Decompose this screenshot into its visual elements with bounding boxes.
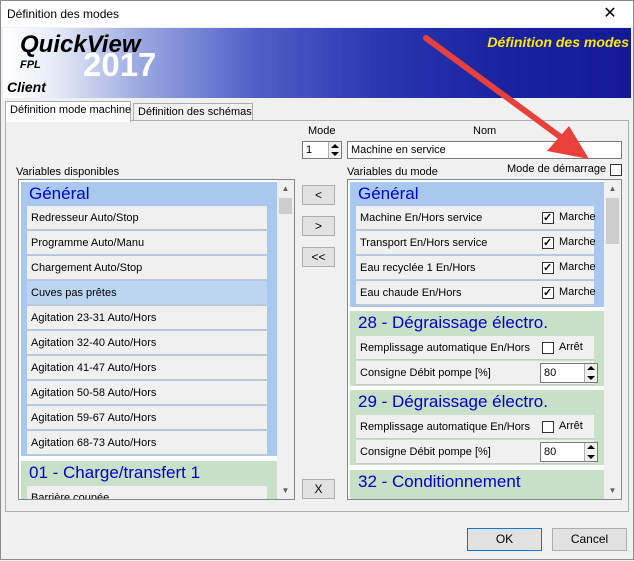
row-label: Transport En/Hors service bbox=[360, 237, 488, 249]
cancel-button[interactable]: Cancel bbox=[552, 528, 627, 551]
row-state: Marche bbox=[559, 211, 596, 223]
stepper-value: 80 bbox=[544, 367, 557, 379]
scroll-thumb[interactable] bbox=[279, 198, 292, 214]
title-bar: Définition des modes ✕ bbox=[1, 1, 633, 27]
list-item[interactable]: Barrière coupée bbox=[27, 486, 267, 499]
window-title: Définition des modes bbox=[7, 7, 120, 21]
list-item-selected[interactable]: Cuves pas prêtes bbox=[27, 281, 267, 305]
mode-spin[interactable] bbox=[328, 142, 341, 158]
list-item[interactable]: Agitation 23-31 Auto/Hors bbox=[27, 306, 267, 330]
row-checkbox[interactable] bbox=[542, 286, 554, 299]
available-variables-label: Variables disponibles bbox=[16, 166, 120, 178]
right-scrollbar[interactable]: ▲ ▼ bbox=[604, 180, 621, 499]
flow-stepper[interactable]: 80 bbox=[540, 363, 598, 383]
scroll-down-icon[interactable]: ▼ bbox=[277, 482, 294, 499]
dialog-window: Définition des modes ✕ QuickView FPL 201… bbox=[0, 0, 634, 560]
stepper-value: 80 bbox=[544, 446, 557, 458]
mode-value: 1 bbox=[306, 144, 313, 156]
row-label: Eau chaude En/Hors bbox=[360, 287, 462, 299]
scroll-up-icon[interactable]: ▲ bbox=[604, 180, 621, 197]
banner-heading: Définition des modes bbox=[487, 34, 629, 50]
spin-up-icon[interactable] bbox=[587, 366, 595, 370]
add-variable-button[interactable]: < bbox=[302, 185, 335, 205]
left-scrollbar[interactable]: ▲ ▼ bbox=[277, 180, 294, 499]
row-state: Arrêt bbox=[559, 420, 583, 432]
list-item[interactable]: Agitation 59-67 Auto/Hors bbox=[27, 406, 267, 430]
section-title: Général bbox=[29, 184, 90, 203]
nom-input[interactable]: Machine en service bbox=[347, 141, 622, 159]
row-label: Remplissage automatique En/Hors bbox=[360, 342, 530, 354]
section-title: 28 - Dégraissage électro. bbox=[358, 313, 548, 332]
row-checkbox[interactable] bbox=[542, 261, 554, 274]
spin-down-icon[interactable] bbox=[331, 152, 339, 156]
nom-label: Nom bbox=[473, 125, 497, 137]
row-state: Marche bbox=[559, 286, 596, 298]
flow-stepper[interactable]: 80 bbox=[540, 442, 598, 462]
row-state: Marche bbox=[559, 236, 596, 248]
row-checkbox[interactable] bbox=[542, 342, 554, 354]
scroll-down-icon[interactable]: ▼ bbox=[604, 482, 621, 499]
remove-all-button[interactable]: << bbox=[302, 247, 335, 267]
tab-definition-mode-machine[interactable]: Définition mode machine bbox=[5, 101, 131, 122]
header-banner: QuickView FPL 2017 Client Définition des… bbox=[3, 28, 631, 98]
section-title: 32 - Conditionnement bbox=[358, 472, 521, 491]
stepper-spin[interactable] bbox=[584, 443, 597, 461]
tab-panel: Mode 1 Nom Machine en service Mode de dé… bbox=[5, 120, 629, 512]
spin-up-icon[interactable] bbox=[587, 445, 595, 449]
mode-label: Mode bbox=[308, 125, 336, 137]
mode-variables-label: Variables du mode bbox=[347, 166, 438, 178]
list-item[interactable]: Agitation 41-47 Auto/Hors bbox=[27, 356, 267, 380]
spin-up-icon[interactable] bbox=[331, 144, 339, 148]
row-label: Eau recyclée 1 En/Hors bbox=[360, 262, 476, 274]
list-item[interactable]: Agitation 32-40 Auto/Hors bbox=[27, 331, 267, 355]
scroll-up-icon[interactable]: ▲ bbox=[277, 180, 294, 197]
spin-down-icon[interactable] bbox=[587, 376, 595, 380]
list-item[interactable]: Agitation 50-58 Auto/Hors bbox=[27, 381, 267, 405]
tab-definition-schemas[interactable]: Définition des schémas bbox=[133, 103, 253, 121]
section-title: 29 - Dégraissage électro. bbox=[358, 392, 548, 411]
stepper-spin[interactable] bbox=[584, 364, 597, 382]
section-title: 01 - Charge/transfert 1 bbox=[29, 463, 201, 482]
list-item[interactable]: Chargement Auto/Stop bbox=[27, 256, 267, 280]
close-icon[interactable]: ✕ bbox=[595, 3, 625, 25]
clear-button[interactable]: X bbox=[302, 479, 335, 499]
mode-stepper[interactable]: 1 bbox=[302, 141, 342, 159]
product-edition: Client bbox=[7, 79, 46, 95]
available-variables-list[interactable]: Général Redresseur Auto/Stop Programme A… bbox=[18, 179, 295, 500]
scroll-thumb[interactable] bbox=[606, 198, 619, 244]
section-conditionnement: 32 - Conditionnement bbox=[350, 470, 604, 499]
row-label: Consigne Débit pompe [%] bbox=[360, 446, 491, 458]
list-item[interactable]: Programme Auto/Manu bbox=[27, 231, 267, 255]
row-label: Remplissage automatique En/Hors bbox=[360, 421, 530, 433]
list-item[interactable]: Agitation 68-73 Auto/Hors bbox=[27, 431, 267, 455]
row-label: Machine En/Hors service bbox=[360, 212, 483, 224]
startup-mode-checkbox[interactable] bbox=[610, 164, 622, 176]
row-checkbox[interactable] bbox=[542, 421, 554, 433]
list-item[interactable]: Redresseur Auto/Stop bbox=[27, 206, 267, 230]
mode-variables-list[interactable]: Général Machine En/Hors service Marche T… bbox=[347, 179, 622, 500]
section-title: Général bbox=[358, 184, 419, 203]
spin-down-icon[interactable] bbox=[587, 455, 595, 459]
remove-variable-button[interactable]: > bbox=[302, 216, 335, 236]
ok-button[interactable]: OK bbox=[467, 528, 542, 551]
product-sub: FPL bbox=[20, 59, 41, 71]
startup-mode-label: Mode de démarrage bbox=[507, 163, 607, 175]
row-checkbox[interactable] bbox=[542, 211, 554, 224]
row-checkbox[interactable] bbox=[542, 236, 554, 249]
product-year: 2017 bbox=[83, 46, 157, 83]
row-label: Consigne Débit pompe [%] bbox=[360, 367, 491, 379]
row-state: Arrêt bbox=[559, 341, 583, 353]
row-state: Marche bbox=[559, 261, 596, 273]
